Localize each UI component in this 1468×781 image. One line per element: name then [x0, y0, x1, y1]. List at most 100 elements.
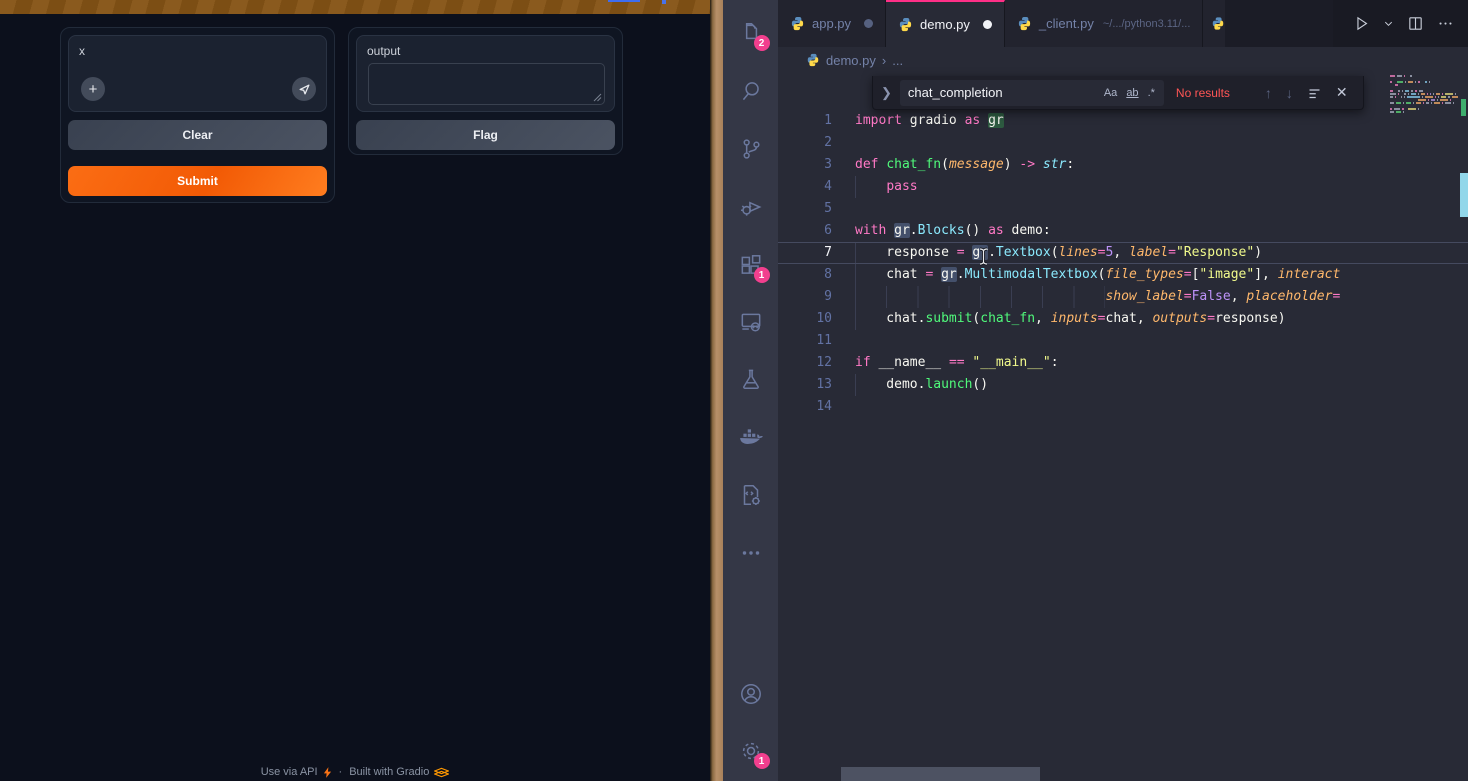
- line-number[interactable]: 14: [778, 396, 832, 418]
- find-input[interactable]: [900, 85, 1040, 100]
- find-previous-icon[interactable]: ↑: [1265, 85, 1272, 101]
- python-icon: [1211, 16, 1225, 31]
- code-line[interactable]: 9 show_label=False, placeholder=: [778, 286, 1468, 308]
- minimap[interactable]: [1390, 75, 1458, 117]
- code-line[interactable]: 10 chat.submit(chat_fn, inputs=chat, out…: [778, 308, 1468, 330]
- line-number[interactable]: 7: [778, 243, 832, 263]
- clear-button[interactable]: Clear: [68, 120, 327, 150]
- line-number[interactable]: 2: [778, 132, 832, 154]
- run-debug-icon[interactable]: [738, 194, 764, 220]
- search-icon[interactable]: [738, 78, 764, 104]
- resize-handle-icon[interactable]: [593, 93, 602, 102]
- lightning-icon: [323, 767, 332, 778]
- input-label: x: [79, 44, 85, 58]
- editor-actions: [1333, 0, 1468, 47]
- regex-icon[interactable]: .*: [1148, 87, 1155, 99]
- code-line[interactable]: 14: [778, 396, 1468, 418]
- breadcrumb[interactable]: demo.py › ...: [778, 47, 1468, 73]
- remote-explorer-icon[interactable]: [738, 309, 764, 335]
- find-results-label: No results: [1176, 86, 1251, 100]
- explorer-icon[interactable]: 2: [738, 20, 764, 46]
- ruler-mark-cyan[interactable]: [1460, 173, 1468, 217]
- account-icon[interactable]: [738, 681, 764, 707]
- line-number[interactable]: 9: [778, 286, 832, 308]
- send-button[interactable]: [292, 77, 316, 101]
- settings-gear-icon[interactable]: 1: [738, 738, 764, 764]
- breadcrumb-separator: ›: [882, 53, 886, 68]
- submit-button[interactable]: Submit: [68, 166, 327, 196]
- horizontal-scrollbar[interactable]: [841, 767, 1040, 781]
- run-dropdown-chevron-icon[interactable]: [1383, 18, 1394, 29]
- window-fragment: [608, 0, 640, 2]
- code-text: show_label=False, placeholder=: [855, 286, 1340, 308]
- line-number[interactable]: 10: [778, 308, 832, 330]
- line-number[interactable]: 6: [778, 220, 832, 242]
- code-line[interactable]: 12if __name__ == "__main__":: [778, 352, 1468, 374]
- more-actions-icon[interactable]: [1437, 15, 1454, 32]
- explorer-badge: 2: [754, 35, 770, 51]
- testing-beaker-icon[interactable]: [738, 366, 764, 392]
- attach-file-button[interactable]: +: [81, 77, 105, 101]
- find-collapse-chevron-icon[interactable]: ❯: [873, 85, 900, 101]
- mouse-text-cursor-icon: [977, 247, 990, 266]
- python-icon: [1017, 16, 1032, 31]
- extensions-icon[interactable]: 1: [738, 252, 764, 278]
- line-number[interactable]: 5: [778, 198, 832, 220]
- code-line[interactable]: 7 response = gr.Textbox(lines=5, label="…: [778, 242, 1468, 264]
- tab-path-description: ~/.../python3.11/...: [1103, 18, 1191, 30]
- docker-icon[interactable]: [738, 425, 764, 451]
- code-text: response = gr.Textbox(lines=5, label="Re…: [855, 243, 1262, 263]
- modified-dot-icon[interactable]: [983, 20, 992, 29]
- code-line[interactable]: 11: [778, 330, 1468, 352]
- file-settings-icon[interactable]: [738, 482, 764, 508]
- breadcrumb-file[interactable]: demo.py: [826, 53, 876, 68]
- line-number[interactable]: 4: [778, 176, 832, 198]
- find-close-icon[interactable]: ✕: [1336, 84, 1348, 101]
- code-area[interactable]: 1import gradio as gr23 def chat_fn(messag…: [778, 110, 1468, 770]
- send-icon: [298, 83, 311, 96]
- flag-button[interactable]: Flag: [356, 120, 615, 150]
- whole-word-icon[interactable]: ab: [1126, 87, 1138, 99]
- editor-group: app.py demo.py _client.py ~/.../python3.…: [778, 0, 1468, 781]
- line-number[interactable]: 12: [778, 352, 832, 374]
- line-number[interactable]: 3: [778, 154, 832, 176]
- find-next-icon[interactable]: ↓: [1286, 85, 1293, 101]
- python-icon: [806, 53, 820, 67]
- settings-badge: 1: [754, 753, 770, 769]
- find-in-selection-icon[interactable]: [1307, 85, 1322, 100]
- find-widget: ❯ Aa ab .* No results ↑ ↓ ✕: [872, 76, 1364, 110]
- line-number[interactable]: 11: [778, 330, 832, 352]
- tab-partial[interactable]: [1203, 0, 1225, 47]
- tab-app-py[interactable]: app.py: [778, 0, 886, 47]
- gradio-logo-icon: [434, 767, 449, 778]
- more-views-ellipsis-icon[interactable]: [738, 540, 764, 566]
- source-control-icon[interactable]: [738, 136, 764, 162]
- use-via-api-link[interactable]: Use via API: [261, 766, 332, 778]
- line-number[interactable]: 1: [778, 110, 832, 132]
- tab-client-py[interactable]: _client.py ~/.../python3.11/...: [1005, 0, 1203, 47]
- breadcrumb-symbol[interactable]: ...: [892, 53, 903, 68]
- code-text: def chat_fn(message) -> str:: [855, 154, 1074, 176]
- footer-separator: ·: [339, 766, 343, 778]
- run-python-file-icon[interactable]: [1353, 15, 1370, 32]
- split-editor-icon[interactable]: [1407, 15, 1424, 32]
- code-line[interactable]: 8 chat = gr.MultimodalTextbox(file_types…: [778, 264, 1468, 286]
- modified-dot-icon[interactable]: [864, 19, 873, 28]
- code-line[interactable]: 6with gr.Blocks() as demo:: [778, 220, 1468, 242]
- built-with-gradio-link[interactable]: Built with Gradio: [349, 766, 449, 778]
- find-input-box: Aa ab .*: [900, 80, 1164, 106]
- multimodal-textbox[interactable]: x +: [68, 35, 327, 112]
- code-line[interactable]: 3 def chat_fn(message) -> str:: [778, 154, 1468, 176]
- window-fragment: [662, 0, 666, 4]
- match-case-icon[interactable]: Aa: [1104, 87, 1117, 99]
- code-line[interactable]: 4 pass: [778, 176, 1468, 198]
- output-card: output Flag: [348, 27, 623, 155]
- code-line[interactable]: 13 demo.launch(): [778, 374, 1468, 396]
- code-line[interactable]: 5: [778, 198, 1468, 220]
- output-textarea[interactable]: [368, 63, 605, 105]
- code-line[interactable]: 1import gradio as gr: [778, 110, 1468, 132]
- line-number[interactable]: 8: [778, 264, 832, 286]
- tab-demo-py[interactable]: demo.py: [886, 0, 1005, 47]
- line-number[interactable]: 13: [778, 374, 832, 396]
- code-line[interactable]: 2: [778, 132, 1468, 154]
